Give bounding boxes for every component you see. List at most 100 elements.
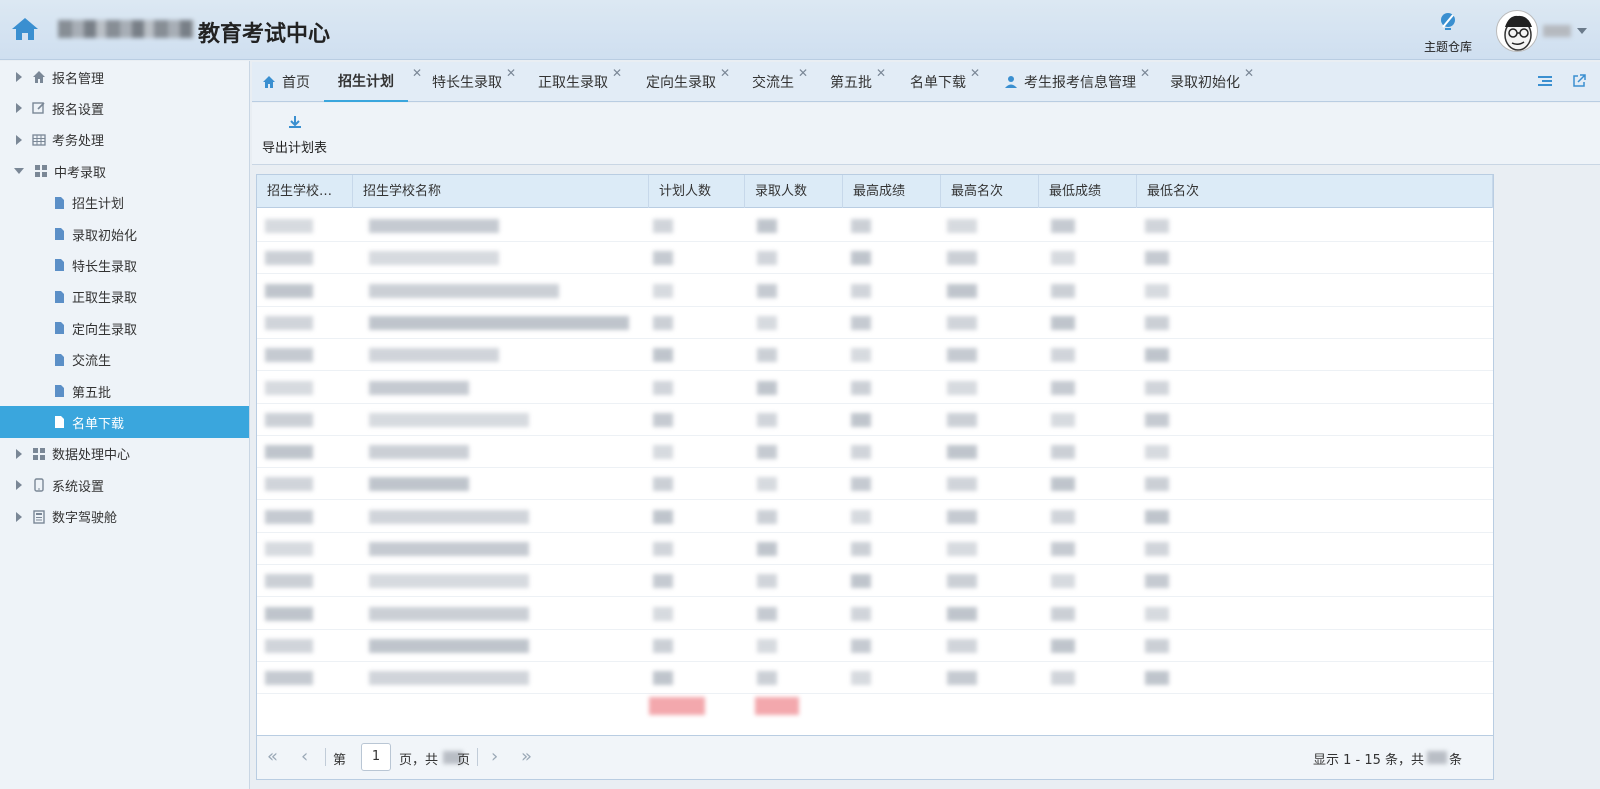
sidebar-item-4[interactable]: 招生计划 <box>0 187 249 219</box>
sidebar-item-6[interactable]: 特长生录取 <box>0 249 249 281</box>
redacted-cell <box>757 638 777 653</box>
close-icon[interactable]: ✕ <box>720 66 730 80</box>
tab-5[interactable]: 交流生 ✕ <box>752 62 808 102</box>
table-row[interactable] <box>257 467 1493 501</box>
file-icon <box>52 196 66 210</box>
export-plan-button[interactable]: 导出计划表 <box>262 115 327 156</box>
sidebar-item-label: 系统设置 <box>52 479 105 495</box>
redacted-cell <box>653 412 673 427</box>
page-number-input[interactable]: 1 <box>361 743 391 771</box>
table-row[interactable] <box>257 403 1493 436</box>
column-header-7[interactable]: 最低名次 <box>1137 175 1493 208</box>
sidebar-item-1[interactable]: 报名设置 <box>0 92 249 124</box>
tab-1[interactable]: 招生计划 ✕ <box>324 62 422 102</box>
redacted-cell <box>1051 380 1075 395</box>
sidebar-item-10[interactable]: 第五批 <box>0 375 249 407</box>
sidebar-item-14[interactable]: 数字驾驶舱 <box>0 501 249 533</box>
caret-right-icon[interactable] <box>16 448 22 459</box>
tab-list-icon[interactable] <box>1538 74 1552 88</box>
table-row[interactable] <box>257 532 1493 565</box>
redacted-cell <box>1145 348 1169 363</box>
display-range-text: 显示 1 - 15 条，共 <box>1313 753 1425 768</box>
sidebar-item-9[interactable]: 交流生 <box>0 344 249 376</box>
table-row[interactable] <box>257 629 1493 662</box>
home-icon[interactable] <box>10 16 40 42</box>
column-header-1[interactable]: 招生学校名称 <box>353 175 649 208</box>
column-header-0[interactable]: 招生学校… <box>257 175 353 208</box>
sidebar-item-7[interactable]: 正取生录取 <box>0 281 249 313</box>
redacted-cell <box>1145 574 1169 589</box>
tab-3[interactable]: 正取生录取 ✕ <box>538 62 622 102</box>
caret-right-icon[interactable] <box>16 134 22 145</box>
next-page-icon[interactable]: › <box>491 748 498 766</box>
tab-7[interactable]: 名单下载 ✕ <box>910 62 980 102</box>
column-header-5[interactable]: 最高名次 <box>941 175 1039 208</box>
redacted-cell <box>653 283 673 298</box>
tab-2[interactable]: 特长生录取 ✕ <box>432 62 516 102</box>
column-header-4[interactable]: 最高成绩 <box>843 175 941 208</box>
sidebar-item-5[interactable]: 录取初始化 <box>0 218 249 250</box>
table-row[interactable] <box>257 371 1493 404</box>
table-row[interactable] <box>257 661 1493 695</box>
tab-label: 考生报考信息管理 <box>1024 75 1136 91</box>
redacted-cell <box>851 380 871 395</box>
table-row[interactable] <box>257 338 1493 372</box>
table-row[interactable] <box>257 209 1493 242</box>
file-icon <box>52 384 66 398</box>
prev-page-icon[interactable]: ‹ <box>301 748 308 766</box>
table-row[interactable] <box>257 435 1493 469</box>
open-external-icon[interactable] <box>1572 74 1586 88</box>
column-header-2[interactable]: 计划人数 <box>649 175 745 208</box>
tab-8[interactable]: 考生报考信息管理 ✕ <box>1004 62 1150 102</box>
first-page-icon[interactable]: « <box>267 748 278 766</box>
sidebar-item-12[interactable]: 数据处理中心 <box>0 438 249 470</box>
last-page-icon[interactable]: » <box>521 748 532 766</box>
user-menu-caret-icon[interactable] <box>1577 28 1587 34</box>
table-row[interactable] <box>257 274 1493 307</box>
close-icon[interactable]: ✕ <box>506 66 516 80</box>
tab-0[interactable]: 首页 <box>262 62 310 102</box>
close-icon[interactable]: ✕ <box>970 66 980 80</box>
redacted-cell <box>757 671 777 686</box>
close-icon[interactable]: ✕ <box>412 66 422 80</box>
avatar[interactable] <box>1496 10 1538 52</box>
redacted-cell <box>653 348 673 363</box>
caret-down-icon[interactable] <box>14 168 24 175</box>
sidebar-item-8[interactable]: 定向生录取 <box>0 312 249 344</box>
table-row[interactable] <box>257 500 1493 533</box>
redacted-cell <box>653 477 673 492</box>
caret-right-icon[interactable] <box>16 480 22 491</box>
tab-6[interactable]: 第五批 ✕ <box>830 62 886 102</box>
redacted-cell <box>265 542 313 556</box>
column-header-3[interactable]: 录取人数 <box>745 175 843 208</box>
redacted-cell <box>947 380 977 395</box>
tab-9[interactable]: 录取初始化 ✕ <box>1170 62 1254 102</box>
caret-right-icon[interactable] <box>16 72 22 82</box>
redacted-cell <box>757 412 777 427</box>
username-redacted[interactable] <box>1543 25 1571 37</box>
close-icon[interactable]: ✕ <box>1244 66 1254 80</box>
redacted-cell <box>851 348 871 363</box>
tab-4[interactable]: 定向生录取 ✕ <box>646 62 730 102</box>
sidebar-item-2[interactable]: 考务处理 <box>0 124 249 156</box>
redacted-cell <box>265 574 313 589</box>
table-row[interactable] <box>257 241 1493 275</box>
table-row[interactable] <box>257 597 1493 630</box>
table-row[interactable] <box>257 564 1493 598</box>
sidebar-item-11[interactable]: 名单下载 <box>0 406 249 439</box>
sidebar-item-3[interactable]: 中考录取 <box>0 155 249 187</box>
close-icon[interactable]: ✕ <box>876 66 886 80</box>
close-icon[interactable]: ✕ <box>612 66 622 80</box>
sidebar-item-0[interactable]: 报名管理 <box>0 61 249 93</box>
sidebar-item-13[interactable]: 系统设置 <box>0 469 249 501</box>
table-row[interactable] <box>257 306 1493 339</box>
column-header-6[interactable]: 最低成绩 <box>1039 175 1137 208</box>
caret-right-icon[interactable] <box>16 511 22 522</box>
close-icon[interactable]: ✕ <box>798 66 808 80</box>
redacted-cell <box>265 380 313 395</box>
redacted-cell <box>947 445 977 460</box>
theme-repository-button[interactable]: 主题仓库 <box>1420 10 1476 55</box>
caret-right-icon[interactable] <box>16 103 22 114</box>
close-icon[interactable]: ✕ <box>1140 66 1150 80</box>
file-icon <box>52 353 66 367</box>
